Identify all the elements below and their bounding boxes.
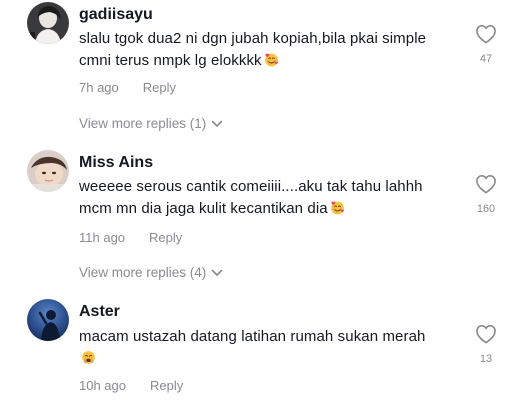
- comment-text-content: macam ustazah datang latihan rumah sukan…: [79, 328, 426, 345]
- heart-icon: [476, 25, 496, 44]
- heart-icon: [476, 175, 496, 194]
- comment-text-content: weeeee serous cantik comeiiii....aku tak…: [79, 178, 423, 217]
- reply-button[interactable]: Reply: [149, 230, 182, 245]
- smiling-face-with-hearts-icon: [330, 201, 344, 215]
- chevron-down-icon: [211, 270, 223, 277]
- heart-icon: [476, 325, 496, 344]
- avatar[interactable]: [27, 2, 69, 44]
- view-more-replies-label: View more replies (4): [79, 265, 207, 280]
- like-button[interactable]: 13: [472, 324, 500, 365]
- comment-username[interactable]: Miss Ains: [79, 154, 153, 172]
- like-button[interactable]: 47: [472, 24, 500, 65]
- smiling-face-with-hearts-icon: [264, 53, 278, 67]
- comment-meta: 7h ago Reply: [79, 80, 176, 95]
- like-count: 47: [479, 53, 493, 65]
- comment-timestamp: 7h ago: [79, 80, 119, 95]
- comment-text-content: slalu tgok dua2 ni dgn jubah kopiah,bila…: [79, 30, 427, 69]
- like-button[interactable]: 160: [472, 174, 500, 215]
- reply-button[interactable]: Reply: [143, 80, 176, 95]
- avatar[interactable]: [27, 299, 69, 341]
- comment-list: gadiisayu slalu tgok dua2 ni dgn jubah k…: [0, 0, 528, 409]
- comment-text: weeeee serous cantik comeiiii....aku tak…: [79, 176, 459, 220]
- comment-username[interactable]: Aster: [79, 303, 120, 321]
- like-count: 160: [476, 203, 496, 215]
- crying-face-icon: [82, 351, 95, 364]
- comment-timestamp: 10h ago: [79, 378, 126, 393]
- avatar[interactable]: [27, 150, 69, 192]
- comment-text: macam ustazah datang latihan rumah sukan…: [79, 326, 459, 370]
- reply-button[interactable]: Reply: [150, 378, 183, 393]
- comment-meta: 10h ago Reply: [79, 378, 183, 393]
- comment-text: slalu tgok dua2 ni dgn jubah kopiah,bila…: [79, 28, 459, 72]
- like-count: 13: [479, 353, 493, 365]
- comment-meta: 11h ago Reply: [79, 230, 182, 245]
- view-more-replies-button[interactable]: View more replies (1): [79, 116, 223, 131]
- comment-username[interactable]: gadiisayu: [79, 6, 153, 24]
- view-more-replies-label: View more replies (1): [79, 116, 207, 131]
- chevron-down-icon: [211, 121, 223, 128]
- view-more-replies-button[interactable]: View more replies (4): [79, 265, 223, 280]
- comment-timestamp: 11h ago: [79, 230, 126, 245]
